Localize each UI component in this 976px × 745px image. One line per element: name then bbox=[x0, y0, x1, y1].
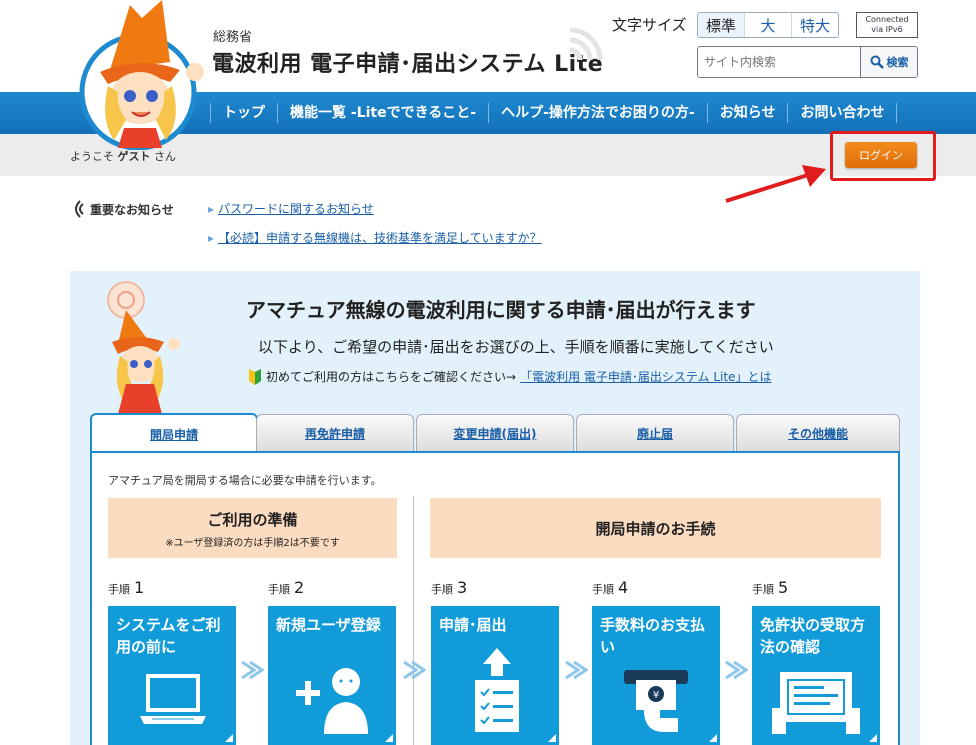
welcome-message: ようこそ ゲスト さん bbox=[70, 148, 176, 164]
preparation-title: ご利用の準備 bbox=[207, 511, 298, 529]
font-size-xlarge-button[interactable]: 特大 bbox=[791, 13, 838, 37]
corner-marker bbox=[225, 734, 233, 742]
notice-heading-label: 重要なお知らせ bbox=[90, 202, 174, 217]
section-divider bbox=[413, 496, 414, 745]
preparation-header: ご利用の準備 ※ユーザ登録済の方は手順2は不要です bbox=[108, 498, 397, 558]
beginner-text: 初めてご利用の方はこちらをご確認ください→ bbox=[266, 370, 517, 384]
next-chevron-icon bbox=[403, 660, 426, 680]
step-card-before-use[interactable]: システムをご利用の前に bbox=[108, 606, 236, 745]
search-input[interactable] bbox=[698, 47, 860, 77]
site-header: 総務省 電波利用 電子申請･届出システム Lite 文字サイズ 標準 大 特大 … bbox=[0, 0, 976, 150]
step-2-title: 新規ユーザ登録 bbox=[276, 616, 381, 634]
next-chevron-icon bbox=[725, 660, 748, 680]
license-certificate-icon bbox=[772, 672, 860, 734]
important-notices-heading: 重要なお知らせ bbox=[70, 200, 174, 218]
laptop-icon bbox=[140, 674, 206, 724]
font-size-large-button[interactable]: 大 bbox=[744, 13, 791, 37]
step-4-title: 手数料のお支払い bbox=[600, 616, 706, 656]
corner-marker bbox=[709, 734, 717, 742]
welcome-suffix: さん bbox=[154, 150, 176, 163]
red-arrow-annotation bbox=[725, 165, 826, 203]
font-size-label: 文字サイズ bbox=[612, 16, 687, 34]
procedure-header: 開局申請のお手続 bbox=[430, 498, 881, 558]
nav-item-help[interactable]: ヘルプ-操作方法でお困りの方- bbox=[488, 103, 707, 123]
corner-marker bbox=[869, 734, 877, 742]
step-card-license-receipt[interactable]: 免許状の受取方法の確認 bbox=[752, 606, 880, 745]
tab-description: アマチュア局を開局する場合に必要な申請を行います。 bbox=[108, 474, 382, 487]
welcome-prefix: ようこそ bbox=[70, 150, 114, 163]
site-title[interactable]: 電波利用 電子申請･届出システム Lite bbox=[212, 46, 603, 78]
step-label-1: 手順 1 bbox=[108, 578, 145, 597]
notice-link-technical-standards[interactable]: 【必読】申請する無線機は、技術基準を満足していますか？ bbox=[208, 229, 542, 246]
notice-waves-icon bbox=[75, 200, 84, 218]
next-chevron-icon bbox=[565, 660, 588, 680]
preparation-note: ※ユーザ登録済の方は手順2は不要です bbox=[165, 538, 340, 549]
panel-title: アマチュア無線の電波利用に関する申請･届出が行えます bbox=[246, 298, 756, 322]
svg-text:¥: ¥ bbox=[653, 690, 659, 701]
step-5-title: 免許状の受取方法の確認 bbox=[760, 616, 866, 656]
tab-new-station-label: 開局申請 bbox=[149, 427, 198, 442]
upload-document-icon bbox=[475, 648, 519, 732]
login-button[interactable]: ログイン bbox=[845, 142, 917, 168]
step-1-title: システムをご利用の前に bbox=[116, 616, 221, 656]
nav-item-features[interactable]: 機能一覧 -Liteでできること- bbox=[277, 103, 488, 123]
atm-payment-icon: ¥ bbox=[624, 670, 688, 732]
tab-other-functions[interactable]: その他機能 bbox=[736, 414, 900, 452]
corner-marker bbox=[548, 734, 556, 742]
search-icon bbox=[870, 55, 884, 69]
signal-waves-icon bbox=[569, 27, 603, 61]
mascot-logo[interactable] bbox=[70, 0, 210, 150]
step-card-user-registration[interactable]: 新規ユーザ登録 bbox=[268, 606, 396, 745]
tab-relicense[interactable]: 再免許申請 bbox=[256, 414, 414, 452]
beginner-notice: 初めてご利用の方はこちらをご確認ください→ 「電波利用 電子申請･届出システム … bbox=[248, 368, 771, 385]
welcome-user: ゲスト bbox=[117, 150, 151, 163]
tab-change[interactable]: 変更申請(届出) bbox=[416, 414, 574, 452]
corner-marker bbox=[385, 734, 393, 742]
nav-item-top[interactable]: トップ bbox=[210, 103, 277, 123]
step-card-application[interactable]: 申請･届出 bbox=[431, 606, 559, 745]
ipv6-line1: Connected bbox=[865, 15, 909, 24]
next-chevron-icon bbox=[241, 660, 264, 680]
step-label-4: 手順 4 bbox=[592, 578, 629, 597]
step-label-2: 手順 2 bbox=[268, 578, 305, 597]
site-search: 検索 bbox=[697, 46, 918, 78]
nav-item-news[interactable]: お知らせ bbox=[706, 103, 788, 123]
search-button[interactable]: 検索 bbox=[860, 47, 917, 77]
font-size-standard-button[interactable]: 標準 bbox=[698, 13, 744, 37]
add-user-icon bbox=[296, 668, 368, 734]
ipv6-line2: via IPv6 bbox=[871, 25, 903, 34]
nav-item-contact[interactable]: お問い合わせ bbox=[787, 103, 898, 123]
step-label-5: 手順 5 bbox=[752, 578, 789, 597]
step-3-title: 申請･届出 bbox=[439, 616, 507, 634]
step-label-3: 手順 3 bbox=[431, 578, 468, 597]
beginner-mark-icon bbox=[249, 368, 261, 385]
notice-link-password[interactable]: パスワードに関するお知らせ bbox=[208, 200, 374, 217]
ipv6-badge: Connected via IPv6 bbox=[856, 12, 918, 38]
tab-abolish[interactable]: 廃止届 bbox=[576, 414, 734, 452]
mascot-illustration bbox=[107, 281, 180, 414]
tab-new-station[interactable]: 開局申請 bbox=[90, 413, 258, 453]
font-size-selector: 標準 大 特大 bbox=[697, 12, 839, 38]
search-button-label: 検索 bbox=[886, 56, 909, 69]
ministry-name: 総務省 bbox=[213, 30, 253, 45]
step-card-fee-payment[interactable]: 手数料のお支払い ¥ bbox=[592, 606, 720, 745]
panel-subtitle: 以下より、ご希望の申請･届出をお選びの上、手順を順番に実施してください bbox=[258, 338, 774, 356]
about-lite-link[interactable]: 「電波利用 電子申請･届出システム Lite」とは bbox=[520, 368, 771, 385]
